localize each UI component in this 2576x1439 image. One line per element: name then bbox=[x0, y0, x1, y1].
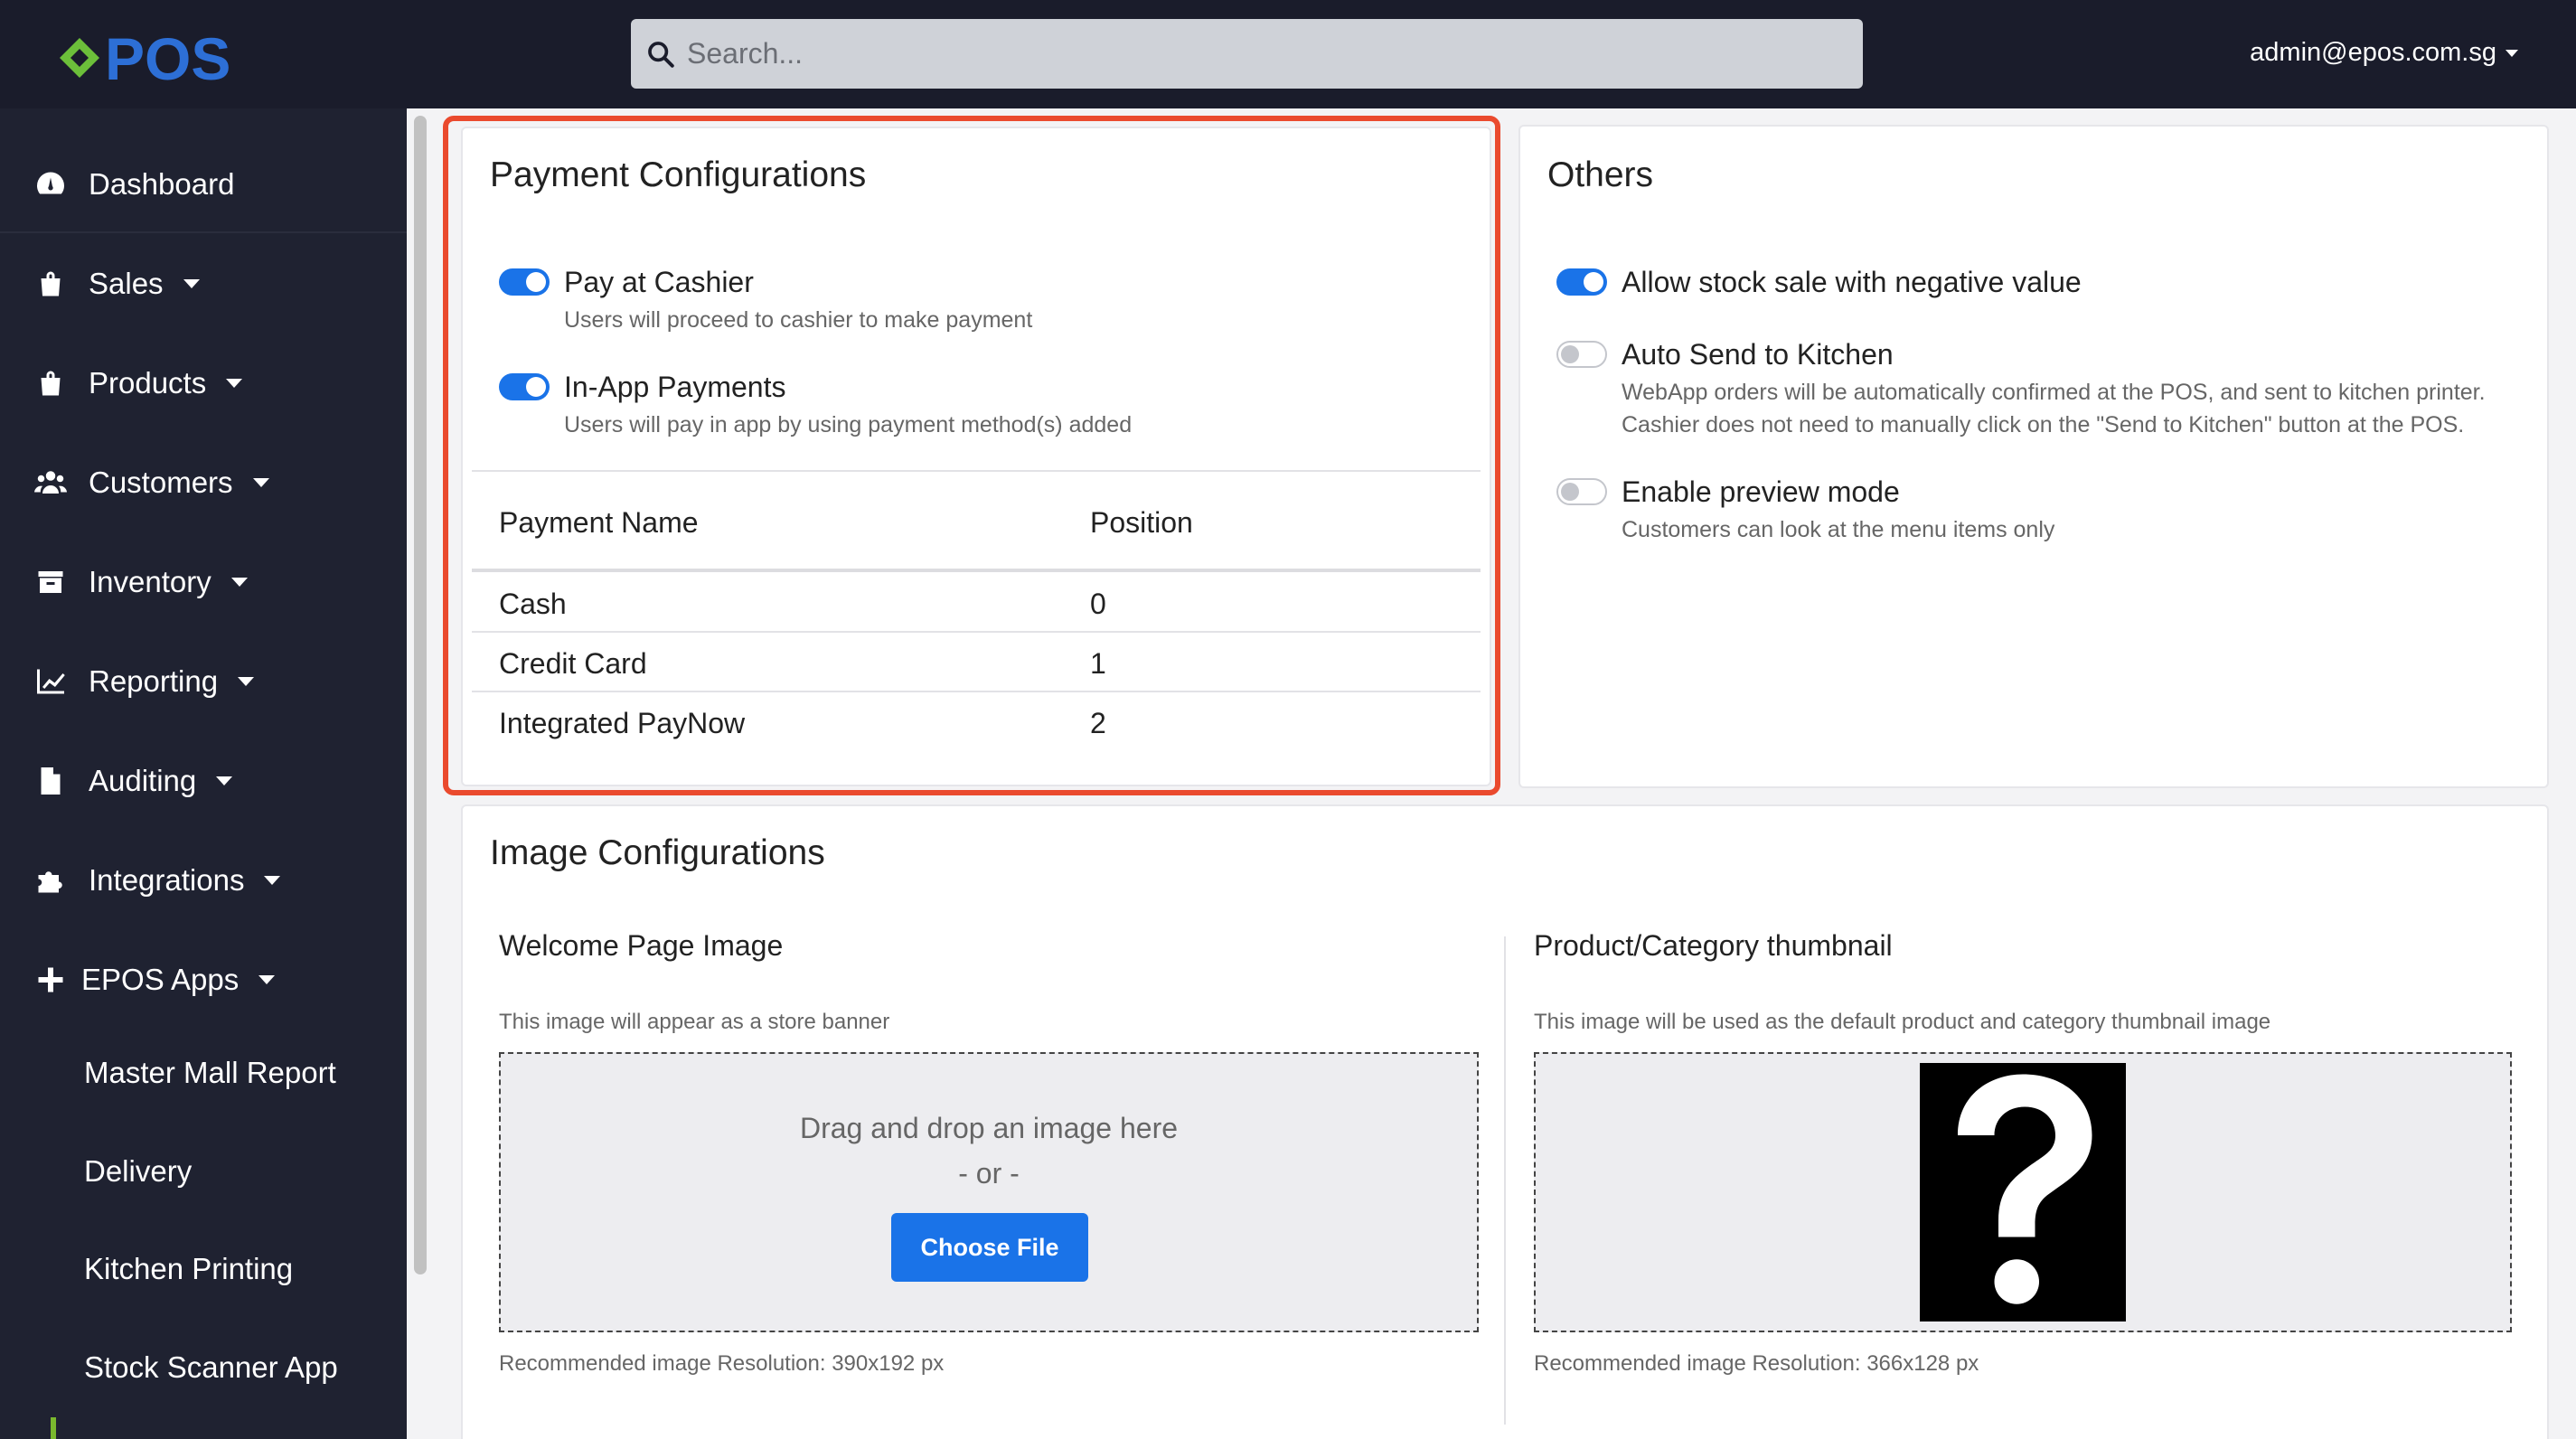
sidebar-subitem-kitchen-printing[interactable]: Kitchen Printing bbox=[84, 1252, 293, 1286]
top-bar: POS admin@epos.com.sg bbox=[0, 0, 2576, 108]
search-icon bbox=[648, 41, 674, 68]
chevron-down-icon bbox=[183, 279, 200, 288]
file-icon bbox=[33, 763, 69, 799]
thumbnail-title: Product/Category thumbnail bbox=[1534, 929, 1893, 962]
position-cell: 0 bbox=[1090, 588, 1106, 620]
shopping-bag-icon bbox=[33, 365, 69, 401]
sidebar-subitem-master-mall-report[interactable]: Master Mall Report bbox=[84, 1056, 336, 1090]
sidebar-item-products[interactable]: Products bbox=[0, 338, 407, 428]
chevron-down-icon bbox=[264, 876, 281, 885]
chevron-down-icon bbox=[238, 677, 255, 686]
dashboard-icon bbox=[33, 166, 69, 202]
drop-text: Drag and drop an image here bbox=[799, 1112, 1179, 1144]
sidebar-item-integrations[interactable]: Integrations bbox=[0, 835, 407, 926]
auto-send-kitchen-toggle[interactable] bbox=[1556, 341, 1607, 368]
sidebar-divider bbox=[0, 231, 407, 233]
scrollbar-thumb[interactable] bbox=[414, 116, 427, 1274]
thumbnail-resolution: Recommended image Resolution: 366x128 px bbox=[1534, 1351, 1979, 1376]
in-app-payments-label: In-App Payments bbox=[564, 371, 786, 403]
sidebar-item-epos-apps[interactable]: EPOS Apps bbox=[0, 935, 407, 1025]
welcome-image-desc: This image will appear as a store banner bbox=[499, 1010, 890, 1034]
negative-stock-label: Allow stock sale with negative value bbox=[1622, 266, 2082, 298]
row-divider bbox=[472, 631, 1481, 633]
welcome-image-dropzone[interactable]: Drag and drop an image here - or - Choos… bbox=[499, 1052, 1479, 1332]
user-menu[interactable]: admin@epos.com.sg bbox=[2250, 38, 2518, 68]
plus-icon bbox=[33, 962, 69, 998]
search-bar[interactable] bbox=[631, 19, 1863, 89]
in-app-payments-toggle[interactable] bbox=[499, 373, 550, 400]
chevron-down-icon bbox=[252, 478, 269, 487]
preview-mode-desc: Customers can look at the menu items onl… bbox=[1622, 517, 2055, 542]
position-cell: 1 bbox=[1090, 647, 1106, 680]
pay-at-cashier-label: Pay at Cashier bbox=[564, 266, 754, 298]
in-app-payments-desc: Users will pay in app by using payment m… bbox=[564, 412, 1133, 437]
puzzle-icon bbox=[33, 862, 69, 898]
auto-send-kitchen-desc-2: Cashier does not need to manually click … bbox=[1622, 412, 2465, 437]
table-header-divider bbox=[472, 569, 1481, 572]
pay-at-cashier-desc: Users will proceed to cashier to make pa… bbox=[564, 307, 1033, 333]
shopping-bag-icon bbox=[33, 266, 69, 302]
sidebar-item-inventory[interactable]: Inventory bbox=[0, 537, 407, 627]
chevron-down-icon bbox=[259, 975, 276, 984]
sidebar-item-dashboard[interactable]: Dashboard bbox=[0, 139, 407, 230]
chevron-down-icon bbox=[216, 776, 233, 785]
image-config-title: Image Configurations bbox=[490, 833, 825, 872]
sidebar-item-auditing[interactable]: Auditing bbox=[0, 736, 407, 826]
row-divider bbox=[472, 691, 1481, 692]
sidebar-subitem-stock-scanner-app[interactable]: Stock Scanner App bbox=[84, 1350, 338, 1385]
pay-at-cashier-toggle[interactable] bbox=[499, 268, 550, 296]
chevron-down-icon bbox=[230, 578, 248, 587]
chart-line-icon bbox=[33, 663, 69, 700]
others-card bbox=[1518, 125, 2549, 788]
choose-file-button[interactable]: Choose File bbox=[891, 1213, 1088, 1282]
welcome-image-title: Welcome Page Image bbox=[499, 929, 784, 962]
sidebar-item-reporting[interactable]: Reporting bbox=[0, 636, 407, 727]
welcome-image-resolution: Recommended image Resolution: 390x192 px bbox=[499, 1351, 945, 1376]
sidebar-subitem-delivery[interactable]: Delivery bbox=[84, 1154, 192, 1189]
table-header-position: Position bbox=[1090, 506, 1193, 539]
search-input[interactable] bbox=[687, 37, 1772, 71]
payment-config-card bbox=[461, 127, 1491, 786]
payment-name-cell: Integrated PayNow bbox=[499, 707, 746, 739]
archive-icon bbox=[33, 564, 69, 600]
payment-name-cell: Credit Card bbox=[499, 647, 647, 680]
payment-config-title: Payment Configurations bbox=[490, 155, 867, 194]
preview-mode-toggle[interactable] bbox=[1556, 478, 1607, 505]
question-mark-icon bbox=[1958, 1074, 2092, 1304]
chevron-down-icon bbox=[226, 379, 243, 388]
users-icon bbox=[33, 465, 69, 501]
section-divider bbox=[1504, 936, 1506, 1425]
sidebar-item-customers[interactable]: Customers bbox=[0, 437, 407, 528]
position-cell: 2 bbox=[1090, 707, 1106, 739]
active-indicator bbox=[51, 1417, 56, 1439]
payment-name-cell: Cash bbox=[499, 588, 567, 620]
thumbnail-desc: This image will be used as the default p… bbox=[1534, 1010, 2271, 1034]
others-title: Others bbox=[1547, 155, 1654, 194]
sidebar-item-sales[interactable]: Sales bbox=[0, 239, 407, 329]
svg-text:POS: POS bbox=[105, 25, 230, 87]
auto-send-kitchen-desc-1: WebApp orders will be automatically conf… bbox=[1622, 380, 2486, 405]
chevron-down-icon bbox=[2505, 49, 2518, 57]
or-text: - or - bbox=[958, 1157, 1020, 1190]
user-email: admin@epos.com.sg bbox=[2250, 38, 2496, 67]
table-top-border bbox=[472, 470, 1481, 472]
negative-stock-toggle[interactable] bbox=[1556, 268, 1607, 296]
thumbnail-preview bbox=[1920, 1063, 2126, 1321]
preview-mode-label: Enable preview mode bbox=[1622, 475, 1900, 508]
table-header-payment-name: Payment Name bbox=[499, 506, 699, 539]
auto-send-kitchen-label: Auto Send to Kitchen bbox=[1622, 338, 1894, 371]
epos-logo[interactable]: POS bbox=[52, 22, 269, 87]
